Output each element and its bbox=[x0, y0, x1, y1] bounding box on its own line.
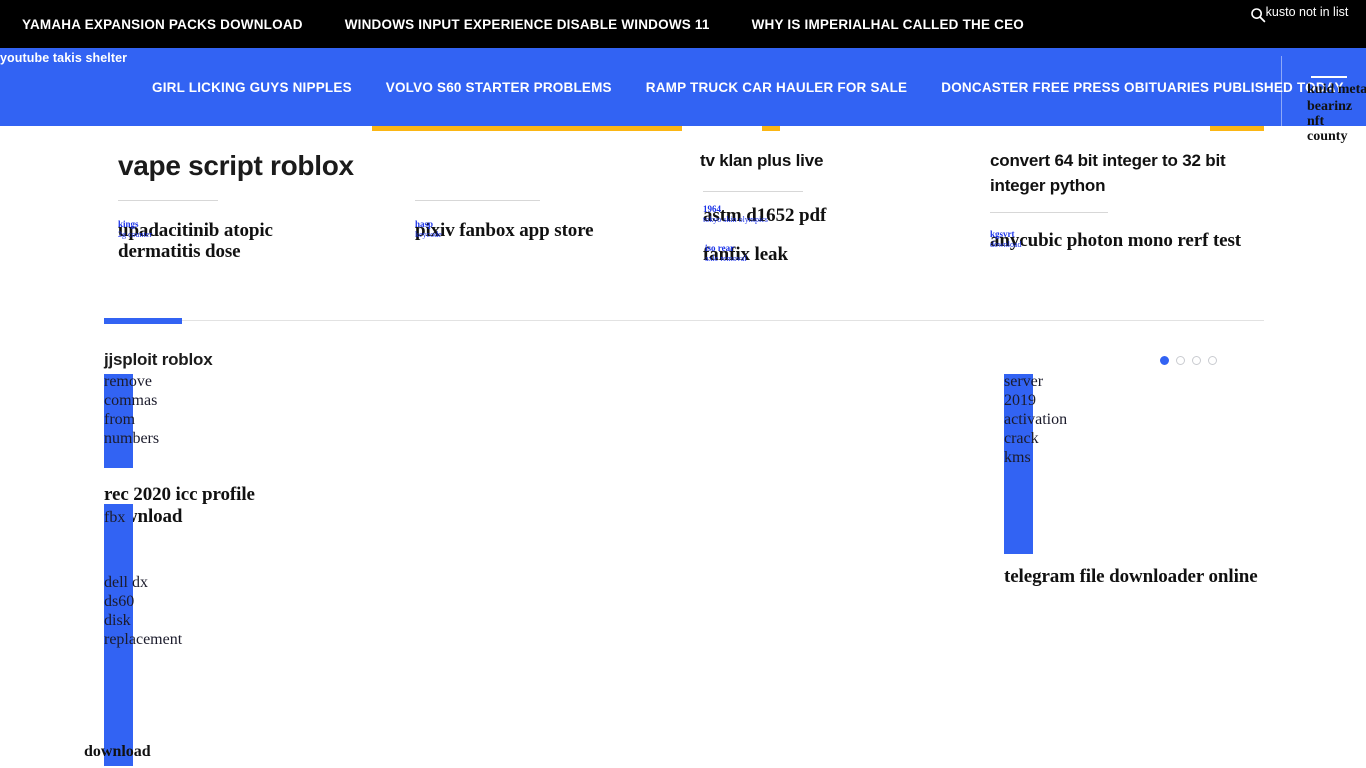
section-heading[interactable]: jjsploit roblox bbox=[104, 350, 213, 370]
blue-block-left-2 bbox=[104, 504, 133, 766]
top-link-2[interactable]: WINDOWS INPUT EXPERIENCE DISABLE WINDOWS… bbox=[345, 17, 732, 32]
rule-3 bbox=[703, 191, 803, 192]
list-item-4: iso rear axle removal fanfix leak bbox=[703, 243, 923, 265]
rule-4 bbox=[990, 212, 1108, 213]
accent-bar-1 bbox=[372, 126, 682, 131]
list-item-2-link[interactable]: pixiv fanbox app store bbox=[415, 220, 645, 241]
hero-headline[interactable]: vape script roblox bbox=[118, 150, 354, 182]
column-header-1: tv klan plus live bbox=[700, 148, 823, 173]
list-item-1-link[interactable]: upadacitinib atopic dermatitis dose bbox=[118, 220, 338, 262]
corner-text-a[interactable]: kuid metadata bbox=[1307, 82, 1366, 97]
section-divider bbox=[104, 320, 1264, 321]
search-icon[interactable] bbox=[1250, 7, 1266, 23]
nav-item-4[interactable]: DONCASTER FREE PRESS OBITUARIES PUBLISHE… bbox=[941, 80, 1343, 95]
corner-text-b[interactable]: bearinz nft county bbox=[1307, 99, 1352, 144]
corner-text-b1: bearinz bbox=[1307, 99, 1353, 114]
top-link-3[interactable]: WHY IS IMPERIALHAL CALLED THE CEO bbox=[752, 17, 1046, 32]
carousel-dot-2[interactable] bbox=[1176, 356, 1185, 365]
column-header-1-link[interactable]: tv klan plus live bbox=[700, 148, 823, 173]
corner-clipped-widget: kuid metadata bearinz nft county bbox=[1293, 76, 1366, 144]
list-item-4-link[interactable]: fanfix leak bbox=[703, 244, 923, 265]
list-item-5: kgsvrt download anycubic photon mono rer… bbox=[990, 229, 1250, 251]
list-item-3-link[interactable]: astm d1652 pdf bbox=[703, 205, 923, 226]
carousel-dots bbox=[1160, 356, 1217, 365]
corner-text-stack: kuid metadata bearinz nft county bbox=[1293, 82, 1366, 144]
nav-vertical-divider bbox=[1281, 56, 1282, 128]
list-item-3: 1964 tokyo skin olympics astm d1652 pdf bbox=[703, 204, 923, 226]
search-query-text[interactable]: kusto not in list bbox=[1266, 4, 1349, 20]
column-header-2-link[interactable]: convert 64 bit integer to 32 bit integer… bbox=[990, 148, 1240, 198]
carousel-dot-3[interactable] bbox=[1192, 356, 1201, 365]
section-active-tab-indicator bbox=[104, 318, 182, 324]
nav-item-1[interactable]: GIRL LICKING GUYS NIPPLES bbox=[152, 80, 352, 95]
rule-1 bbox=[118, 200, 218, 201]
carousel-dot-4[interactable] bbox=[1208, 356, 1217, 365]
corner-text-b3: county bbox=[1307, 129, 1348, 144]
column-header-2: convert 64 bit integer to 32 bit integer… bbox=[990, 148, 1240, 198]
corner-text-b2: nft bbox=[1307, 114, 1325, 129]
accent-bar-3 bbox=[1210, 126, 1264, 131]
search-area[interactable]: kusto not in list bbox=[1240, 4, 1358, 23]
accent-bar-group bbox=[102, 126, 1264, 131]
nav-item-3[interactable]: RAMP TRUCK CAR HAULER FOR SALE bbox=[646, 80, 908, 95]
list-item-5-link[interactable]: anycubic photon mono rerf test bbox=[990, 230, 1250, 251]
blue-block-left-1 bbox=[104, 374, 133, 468]
accent-bar-2 bbox=[762, 126, 780, 131]
blue-block-right-1 bbox=[1004, 374, 1033, 554]
list-item-2: hasp keycode pixiv fanbox app store bbox=[415, 219, 645, 241]
top-utility-bar: YAMAHA EXPANSION PACKS DOWNLOAD WINDOWS … bbox=[0, 0, 1366, 48]
list-item-1: kings 2g counter upadacitinib atopic der… bbox=[118, 219, 338, 262]
lower-title-2[interactable]: telegram file downloader online bbox=[1004, 566, 1274, 588]
nav-item-2[interactable]: VOLVO S60 STARTER PROBLEMS bbox=[386, 80, 612, 95]
carousel-dot-1[interactable] bbox=[1160, 356, 1169, 365]
corner-rule bbox=[1311, 76, 1347, 78]
main-nav-list: GIRL LICKING GUYS NIPPLES VOLVO S60 STAR… bbox=[152, 80, 1344, 95]
top-link-1[interactable]: YAMAHA EXPANSION PACKS DOWNLOAD bbox=[22, 17, 325, 32]
site-brand[interactable]: youtube takis shelter bbox=[0, 51, 127, 65]
top-link-list: YAMAHA EXPANSION PACKS DOWNLOAD WINDOWS … bbox=[22, 17, 1066, 32]
lower-title-1[interactable]: rec 2020 icc profile download bbox=[104, 484, 334, 528]
rule-2 bbox=[415, 200, 540, 201]
